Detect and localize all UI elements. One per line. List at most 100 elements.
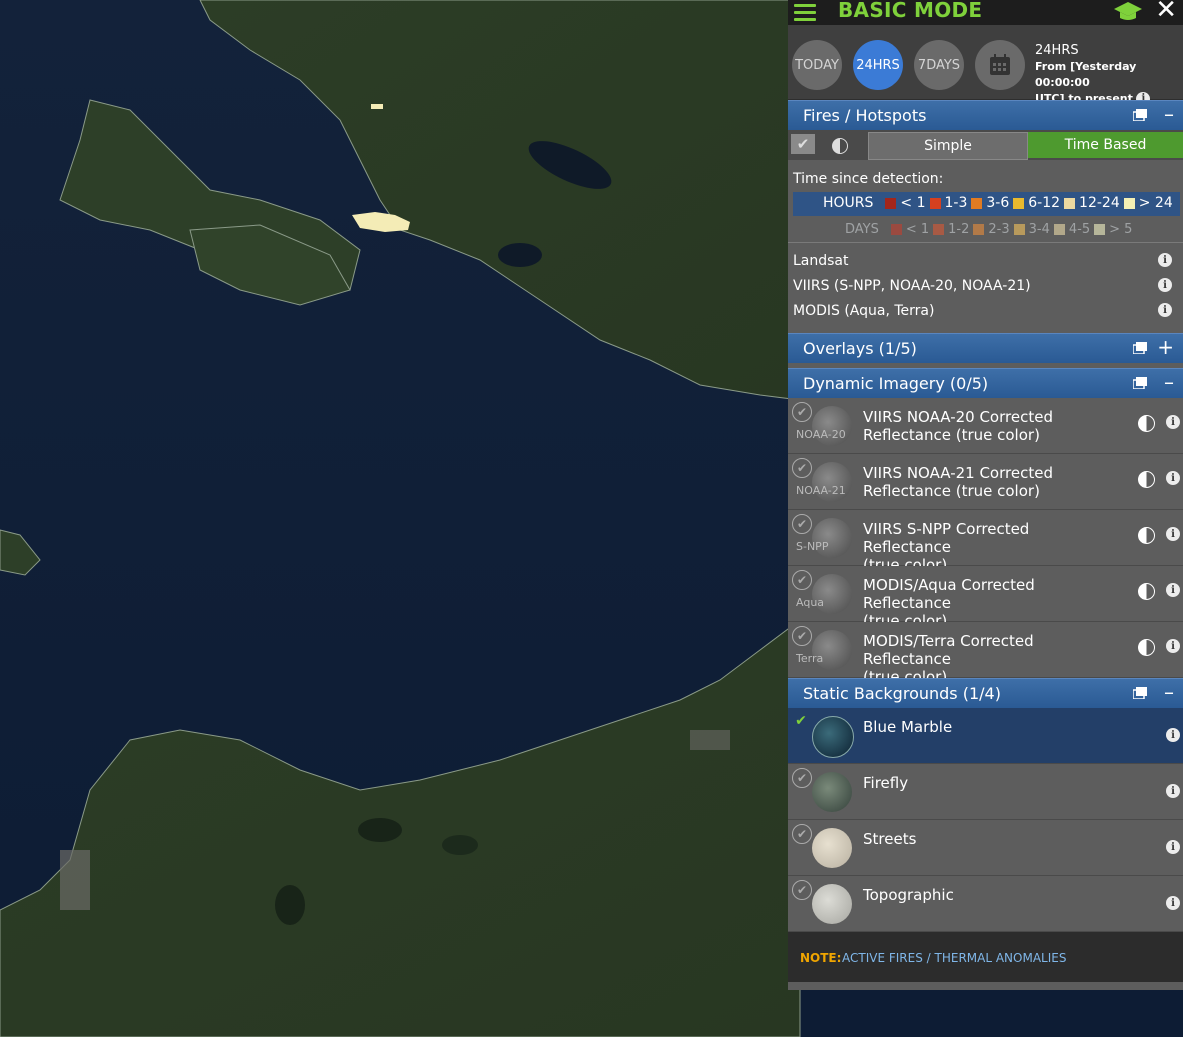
info-icon[interactable]: i — [1158, 278, 1172, 292]
layer-checkbox[interactable]: ✔ — [792, 880, 812, 900]
layer-name-line1: VIIRS S-NPP Corrected Reflectance — [863, 520, 1030, 556]
fires-section-title: Fires / Hotspots — [803, 106, 927, 125]
legend-hours-label: 12-24 — [1079, 195, 1120, 211]
info-icon[interactable]: i — [1158, 303, 1172, 317]
layer-checkbox[interactable]: ✔ — [792, 402, 812, 422]
layer-item[interactable]: ✔ NOAA-21 VIIRS NOAA-21 Corrected Reflectan… — [788, 454, 1183, 510]
popout-icon[interactable] — [1133, 342, 1147, 354]
background-name: Firefly — [863, 774, 909, 792]
opacity-icon[interactable] — [832, 138, 848, 154]
fires-section-header[interactable]: Fires / Hotspots – — [788, 100, 1183, 130]
layer-name-line2: Reflectance (true color) — [863, 426, 1040, 444]
legend-swatch — [890, 224, 902, 235]
time-range-title: 24HRS — [1035, 43, 1079, 58]
legend-swatch — [885, 197, 897, 209]
fire-legend: Time since detection: HOURS < 1 1-3 3-6 6-12… — [788, 160, 1183, 242]
layer-tag: NOAA-21 — [796, 484, 846, 497]
time-range-info: 24HRS From [Yesterday 00:00:00 UTC] to p… — [1035, 43, 1183, 107]
layer-item[interactable]: ✔ Aqua MODIS/Aqua Corrected Reflectance (tr… — [788, 566, 1183, 630]
info-icon[interactable]: i — [1166, 840, 1180, 854]
popout-icon[interactable] — [1133, 377, 1147, 389]
background-item[interactable]: ✔ Blue Marble i — [788, 708, 1183, 764]
24hrs-button[interactable]: 24HRS — [853, 40, 903, 90]
background-name: Streets — [863, 830, 917, 848]
info-icon[interactable]: i — [1166, 583, 1180, 597]
close-icon[interactable]: ✕ — [1155, 0, 1177, 25]
layer-name-line1: VIIRS NOAA-20 Corrected — [863, 408, 1053, 426]
note-link[interactable]: ACTIVE FIRES / THERMAL ANOMALIES — [842, 951, 1066, 965]
time-based-mode-button[interactable]: Time Based — [1028, 132, 1183, 158]
background-item[interactable]: ✔ Streets i — [788, 820, 1183, 876]
collapse-icon[interactable]: – — [1164, 370, 1174, 394]
layer-name-line1: MODIS/Aqua Corrected Reflectance — [863, 576, 1035, 612]
days-label: DAYS — [845, 222, 879, 237]
layer-item[interactable]: ✔ S-NPP VIIRS S-NPP Corrected Reflectance(… — [788, 510, 1183, 574]
note-label: NOTE: — [800, 951, 842, 965]
panel-header: BASIC MODE ✕ — [788, 0, 1183, 25]
calendar-button[interactable] — [975, 40, 1025, 90]
layer-checkbox[interactable]: ✔ — [792, 514, 812, 534]
layer-checkbox[interactable]: ✔ — [792, 570, 812, 590]
static-backgrounds-section-header[interactable]: Static Backgrounds (1/4) – — [788, 678, 1183, 708]
info-icon[interactable]: i — [1166, 639, 1180, 653]
layer-item[interactable]: ✔ NOAA-20 VIIRS NOAA-20 Corrected Reflectan… — [788, 398, 1183, 454]
expand-icon[interactable]: + — [1157, 335, 1174, 359]
static-backgrounds-title: Static Backgrounds (1/4) — [803, 684, 1001, 703]
popout-icon[interactable] — [1133, 687, 1147, 699]
legend-swatch — [971, 197, 983, 209]
hours-legend-row: HOURS < 1 1-3 3-6 6-12 12-24 > 24 — [793, 192, 1180, 216]
overlays-section-header[interactable]: Overlays (1/5) + — [788, 333, 1183, 363]
layer-tag: NOAA-20 — [796, 428, 846, 441]
legend-label: Time since detection: — [793, 171, 944, 187]
info-icon[interactable]: i — [1166, 415, 1180, 429]
background-name: Blue Marble — [863, 718, 953, 736]
legend-swatch — [1094, 224, 1106, 235]
layer-item[interactable]: ✔ Terra MODIS/Terra Corrected Reflectance(… — [788, 622, 1183, 686]
collapse-icon[interactable]: – — [1164, 102, 1174, 126]
legend-swatch — [973, 224, 985, 235]
today-button[interactable]: TODAY — [792, 40, 842, 90]
layers-panel: BASIC MODE ✕ TODAY 24HRS 7DAYS 24HRS Fro… — [788, 0, 1183, 990]
legend-hours-label: > 24 — [1138, 195, 1173, 211]
opacity-icon[interactable] — [1138, 415, 1155, 432]
note-bar: NOTE: ACTIVE FIRES / THERMAL ANOMALIES — [788, 932, 1183, 982]
opacity-icon[interactable] — [1138, 527, 1155, 544]
layer-checkbox[interactable]: ✔ — [792, 768, 812, 788]
background-item[interactable]: ✔ Topographic i — [788, 876, 1183, 932]
calendar-icon — [990, 54, 1010, 75]
mode-title: BASIC MODE — [838, 0, 983, 22]
opacity-icon[interactable] — [1138, 583, 1155, 600]
info-icon[interactable]: i — [1166, 784, 1180, 798]
info-icon[interactable]: i — [1166, 471, 1180, 485]
graduation-cap-icon[interactable] — [1113, 0, 1143, 22]
static-backgrounds-list: ✔ Blue Marble i ✔ Firefly i ✔ Streets i ✔ Topograp… — [788, 708, 1183, 932]
collapse-icon[interactable]: – — [1164, 680, 1174, 704]
legend-hours-label: 1-3 — [944, 195, 968, 211]
legend-days-label: 1-2 — [948, 222, 970, 237]
hours-label: HOURS — [823, 195, 874, 211]
layer-tag: S-NPP — [796, 540, 829, 553]
layer-checkbox[interactable]: ✔ — [792, 626, 812, 646]
layer-checkbox[interactable]: ✔ — [792, 458, 812, 478]
legend-swatch — [1064, 197, 1076, 209]
fires-toggle-checkbox[interactable]: ✔ — [791, 134, 815, 154]
days-legend-row: DAYS < 1 1-2 2-3 3-4 4-5 > 5 — [793, 219, 1180, 241]
7days-button[interactable]: 7DAYS — [914, 40, 964, 90]
fires-mode-bar: ✔ Simple Time Based — [788, 130, 1183, 160]
background-item[interactable]: ✔ Firefly i — [788, 764, 1183, 820]
info-icon[interactable]: i — [1166, 728, 1180, 742]
info-icon[interactable]: i — [1166, 896, 1180, 910]
menu-icon[interactable] — [794, 0, 816, 21]
popout-icon[interactable] — [1133, 109, 1147, 121]
info-icon[interactable]: i — [1158, 253, 1172, 267]
opacity-icon[interactable] — [1138, 639, 1155, 656]
legend-hours-label: 6-12 — [1028, 195, 1061, 211]
sensor-modis: MODIS (Aqua, Terra) — [793, 303, 935, 319]
layer-checkbox[interactable]: ✔ — [792, 824, 812, 844]
info-icon[interactable]: i — [1166, 527, 1180, 541]
background-thumbnail — [812, 772, 852, 812]
layer-checkbox[interactable]: ✔ — [792, 712, 810, 730]
opacity-icon[interactable] — [1138, 471, 1155, 488]
simple-mode-button[interactable]: Simple — [868, 132, 1028, 160]
dynamic-imagery-section-header[interactable]: Dynamic Imagery (0/5) – — [788, 368, 1183, 398]
